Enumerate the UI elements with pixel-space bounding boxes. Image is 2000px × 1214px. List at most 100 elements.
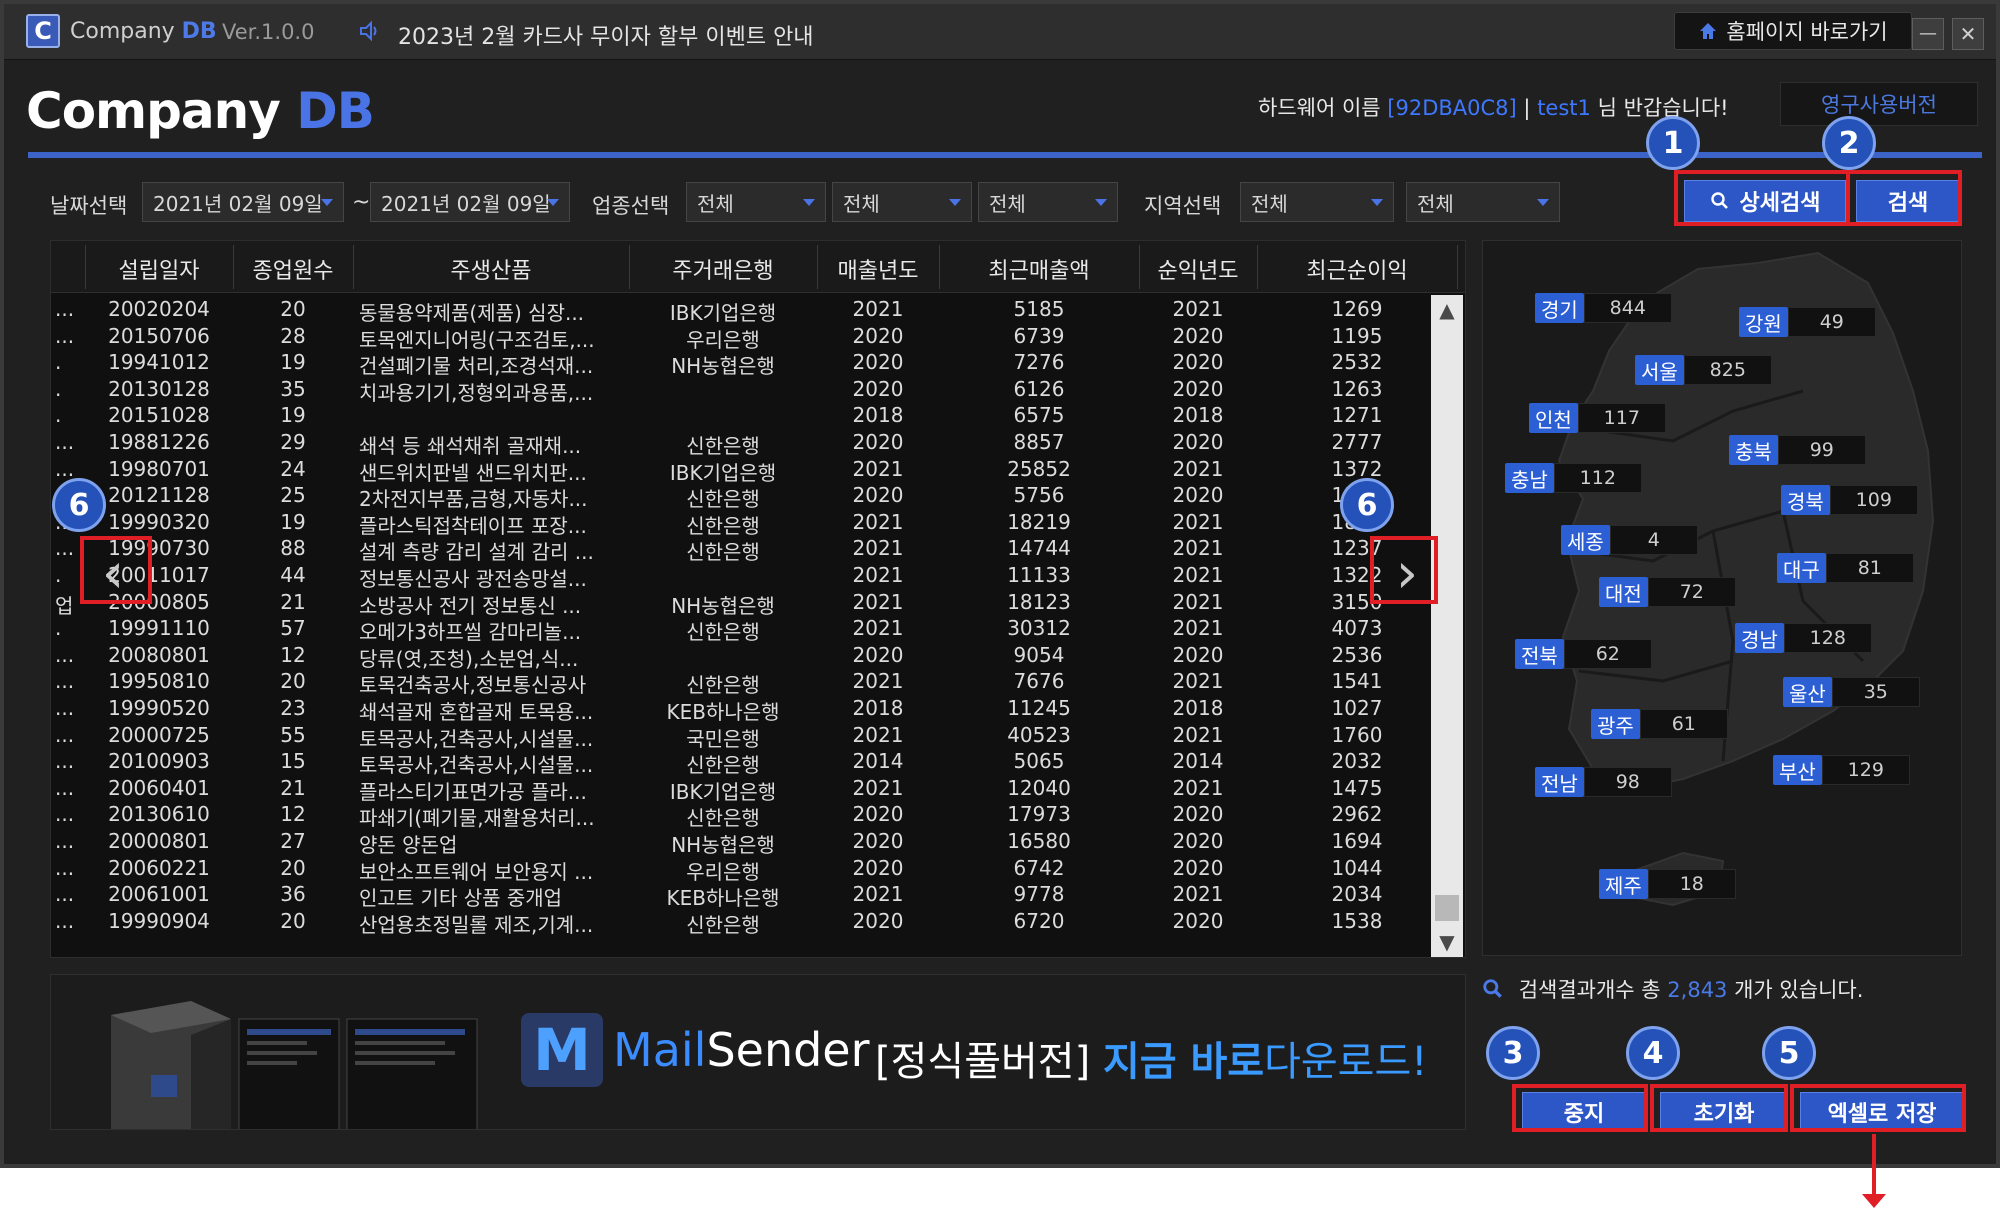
region-tag[interactable]: 강원 49: [1739, 307, 1876, 337]
region-tag[interactable]: 충남 112: [1505, 463, 1642, 493]
col-profit-year[interactable]: 순익년도: [1139, 253, 1257, 285]
table-row[interactable]: ... 20000725 55 토목공사,건축공사,시설물... 국민은행 2021 405…: [51, 723, 1431, 751]
row-marker: ...: [55, 642, 75, 667]
cell-founded: 20130128: [108, 376, 210, 401]
table-row[interactable]: ... 20020204 20 동물용약제품(제품) 심장... IBK기업은행 2021…: [51, 297, 1431, 325]
region-tag[interactable]: 전남 98: [1535, 767, 1672, 797]
col-sales[interactable]: 최근매출액: [939, 253, 1139, 285]
cell-profit: 1372: [1331, 456, 1383, 481]
table-row[interactable]: . 20130128 35 치과용기기,정형외과용품,... 2020 6126 2020 1…: [51, 376, 1431, 405]
cell-product: 오메가3하프씰 감마리놀...: [359, 620, 582, 645]
industry-select-1[interactable]: 전체: [686, 182, 826, 222]
region-tag[interactable]: 인천 117: [1529, 403, 1666, 433]
cell-profit-year: 2020: [1172, 323, 1224, 348]
cell-product: 산업용초정밀롤 제조,기계...: [359, 912, 594, 937]
col-employees[interactable]: 종업원수: [233, 253, 353, 285]
down-arrow-head-icon: [1862, 1194, 1886, 1208]
chevron-down-icon: [547, 199, 559, 206]
table-row[interactable]: ... 19980701 24 샌드위치판넬 샌드위치판... IBK기업은행 2021 2…: [51, 456, 1431, 485]
region-tag[interactable]: 대전 72: [1599, 577, 1736, 607]
date-from-select[interactable]: 2021년 02월 09일: [142, 182, 344, 222]
table-row[interactable]: ... 20000801 27 양돈 양돈업 NH농협은행 2020 16580 2020 16…: [51, 829, 1431, 857]
col-profit[interactable]: 최근순이익: [1257, 253, 1457, 285]
region-count: 129: [1821, 755, 1910, 785]
table-row[interactable]: ... 20061001 36 인고트 기타 상품 중개업 KEB하나은행 2021 977…: [51, 882, 1431, 910]
region-name: 대전: [1599, 577, 1648, 607]
region-select-2[interactable]: 전체: [1406, 182, 1560, 222]
table-row[interactable]: ... 19990904 20 산업용초정밀롤 제조,기계... 신한은행 2020 672…: [51, 909, 1431, 937]
cell-sales: 5065: [1013, 749, 1065, 774]
cell-founded: 20100903: [108, 749, 210, 774]
notice-text[interactable]: 2023년 2월 카드사 무이자 할부 이벤트 안내: [398, 19, 814, 51]
region-tag[interactable]: 경남 128: [1735, 623, 1872, 653]
industry-select-2[interactable]: 전체: [832, 182, 972, 222]
cell-profit-year: 2020: [1172, 483, 1224, 508]
cell-profit: 2777: [1331, 430, 1383, 454]
region-tag[interactable]: 울산 35: [1783, 677, 1920, 707]
region-tag[interactable]: 부산 129: [1773, 755, 1910, 785]
cell-founded: 19950810: [108, 669, 210, 694]
region-tag[interactable]: 대구 81: [1777, 553, 1914, 583]
scroll-down-icon[interactable]: ▼: [1431, 927, 1463, 957]
cell-profit-year: 2020: [1172, 829, 1224, 853]
table-row[interactable]: ... 19950810 20 토목건축공사,정보통신공사 신한은행 2021 7676 20…: [51, 669, 1431, 697]
col-product[interactable]: 주생산품: [353, 253, 629, 285]
table-scrollbar[interactable]: ▲ ▼: [1431, 295, 1463, 957]
table-row[interactable]: ...1999032019플라스틱접착테이프 포장...신한은행20211821…: [51, 510, 1431, 538]
homepage-button[interactable]: 홈페이지 바로가기: [1674, 12, 1912, 50]
cell-sales: 8857: [1013, 430, 1065, 454]
cell-bank: 신한은행: [686, 912, 760, 937]
row-marker: ...: [55, 749, 75, 774]
col-sales-year[interactable]: 매출년도: [817, 253, 939, 285]
close-button[interactable]: ✕: [1952, 18, 1984, 50]
table-row[interactable]: ... 20150706 28 토목엔지니어링(구조검토,... 우리은행 2020 673…: [51, 323, 1431, 352]
table-row[interactable]: ... 19990730 88 설계 측량 감리 설계 감리 ... 신한은행 2021 1…: [51, 536, 1431, 565]
cell-profit: 2532: [1331, 350, 1383, 375]
table-row[interactable]: . 20151028 19 2018 6575 2018 1271: [51, 403, 1431, 430]
scroll-thumb[interactable]: [1435, 895, 1459, 921]
table-row[interactable]: . 19941012 19 건설폐기물 처리,조경석재... NH농협은행 2020 727…: [51, 350, 1431, 378]
table-row[interactable]: 업 20000805 21 소방공사 전기 정보통신 ... NH농협은행 2021 181…: [51, 590, 1431, 618]
region-tag[interactable]: 서울 825: [1635, 355, 1772, 385]
cell-profit: 1760: [1331, 722, 1383, 747]
mailsender-banner[interactable]: M MailSender [정식풀버전] 지금 바로다운로드!: [50, 974, 1466, 1130]
table-row[interactable]: ... 20100903 15 토목공사,건축공사,시설물... 신한은행 2014 506…: [51, 749, 1431, 777]
scroll-up-icon[interactable]: ▲: [1431, 295, 1463, 325]
table-row[interactable]: ... 19990520 23 쇄석골재 혼합골재 토목용... KEB하나은행 2018…: [51, 696, 1431, 724]
region-tag[interactable]: 경기 844: [1535, 293, 1672, 323]
region-tag[interactable]: 세종 4: [1561, 525, 1698, 555]
cell-employees: 19: [280, 350, 306, 375]
cell-employees: 44: [280, 563, 306, 587]
minimize-button[interactable]: —: [1912, 18, 1944, 50]
greet-separator: |: [1523, 96, 1531, 120]
region-tag[interactable]: 충북 99: [1729, 435, 1866, 465]
table-row[interactable]: .20121128252차전지부품,금형,자동차...신한은행202057562…: [51, 483, 1431, 511]
region-tag[interactable]: 전북 62: [1515, 639, 1652, 669]
region-tag[interactable]: 경북 109: [1781, 485, 1918, 515]
cell-product: 설계 측량 감리 설계 감리 ...: [359, 540, 594, 565]
industry-select-3[interactable]: 전체: [978, 182, 1118, 222]
cell-product: 치과용기기,정형외과용품,...: [359, 380, 594, 405]
table-row[interactable]: . 19991110 57 오메가3하프씰 감마리놀... 신한은행 2021 30312 2…: [51, 616, 1431, 645]
date-to-select[interactable]: 2021년 02월 09일: [370, 182, 570, 222]
col-bank[interactable]: 주거래은행: [629, 253, 817, 285]
region-name: 강원: [1739, 307, 1788, 337]
table-row[interactable]: ... 19881226 29 쇄석 등 쇄석채취 골재채... 신한은행 2020 885…: [51, 430, 1431, 458]
cell-sales: 6742: [1013, 855, 1065, 880]
region-name: 전남: [1535, 767, 1584, 797]
region-select-1[interactable]: 전체: [1240, 182, 1394, 222]
region-label: 지역선택: [1144, 194, 1222, 218]
table-row[interactable]: ... 20060401 21 플라스티기표면가공 플라... IBK기업은행 2021 1…: [51, 776, 1431, 804]
cell-bank: IBK기업은행: [669, 460, 777, 485]
result-prefix: 검색결과개수 총: [1518, 978, 1661, 1002]
cell-employees: 24: [280, 456, 306, 481]
cell-product: 보안소프트웨어 보안용지 ...: [359, 859, 594, 884]
table-row[interactable]: ... 20130610 12 파쇄기(폐기물,재활용처리... 신한은행 2020 179…: [51, 802, 1431, 830]
table-row[interactable]: ... 20080801 12 당류(엿,조청),소분업,식... 2020 9054 20…: [51, 642, 1431, 671]
col-founded[interactable]: 설립일자: [85, 253, 233, 285]
region-tag[interactable]: 제주 18: [1599, 869, 1736, 899]
table-row[interactable]: . 20011017 44 정보통신공사 광전송망설... 2021 11133 2021 1…: [51, 563, 1431, 591]
region-tag[interactable]: 광주 61: [1591, 709, 1728, 739]
table-row[interactable]: ... 20060221 20 보안소프트웨어 보안용지 ... 우리은행 2020 674…: [51, 855, 1431, 884]
license-badge[interactable]: 영구사용버전: [1780, 82, 1978, 126]
